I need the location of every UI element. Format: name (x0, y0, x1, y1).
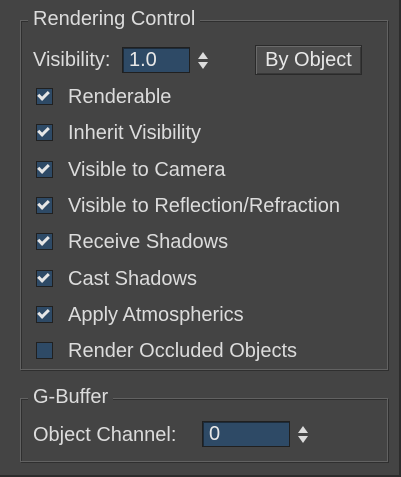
checkbox[interactable] (36, 161, 53, 178)
spinner-up-icon[interactable] (298, 426, 308, 433)
checkbox-label: Render Occluded Objects (68, 340, 298, 362)
checkbox[interactable] (36, 88, 53, 105)
check-icon (37, 197, 50, 210)
checkbox[interactable] (36, 306, 53, 323)
checkbox[interactable] (36, 270, 53, 287)
checkbox-label: Renderable (68, 86, 172, 108)
checkbox-label: Receive Shadows (68, 231, 229, 253)
checkbox-label: Apply Atmospherics (68, 304, 244, 326)
checkbox-label: Cast Shadows (68, 268, 197, 290)
checkbox[interactable] (36, 124, 53, 141)
checkbox-label: Visible to Reflection/Refraction (68, 195, 340, 217)
checkbox-label: Visible to Camera (68, 159, 226, 181)
object-channel-input[interactable]: 0 (202, 421, 290, 447)
checkbox[interactable] (36, 233, 53, 250)
check-icon (37, 233, 50, 246)
checkbox[interactable] (36, 197, 53, 214)
visibility-input[interactable]: 1.0 (122, 47, 190, 73)
spinner-down-icon[interactable] (198, 62, 208, 69)
by-object-button[interactable]: By Object (255, 45, 362, 75)
checkbox-label: Inherit Visibility (68, 122, 202, 144)
visibility-label: Visibility: (33, 49, 111, 71)
object-properties-panel: Rendering Control Visibility: 1.0 By Obj… (0, 0, 401, 477)
object-channel-spinner[interactable] (294, 421, 312, 447)
check-icon (37, 124, 50, 137)
object-channel-label: Object Channel: (33, 424, 177, 446)
check-icon (37, 270, 50, 283)
visibility-spinner[interactable] (194, 47, 212, 73)
spinner-up-icon[interactable] (198, 52, 208, 59)
checkbox[interactable] (36, 342, 53, 359)
check-icon (37, 161, 50, 174)
spinner-down-icon[interactable] (298, 436, 308, 443)
check-icon (37, 306, 50, 319)
rendering-control-title: Rendering Control (28, 8, 201, 30)
gbuffer-title: G-Buffer (28, 386, 114, 408)
check-icon (37, 88, 50, 101)
